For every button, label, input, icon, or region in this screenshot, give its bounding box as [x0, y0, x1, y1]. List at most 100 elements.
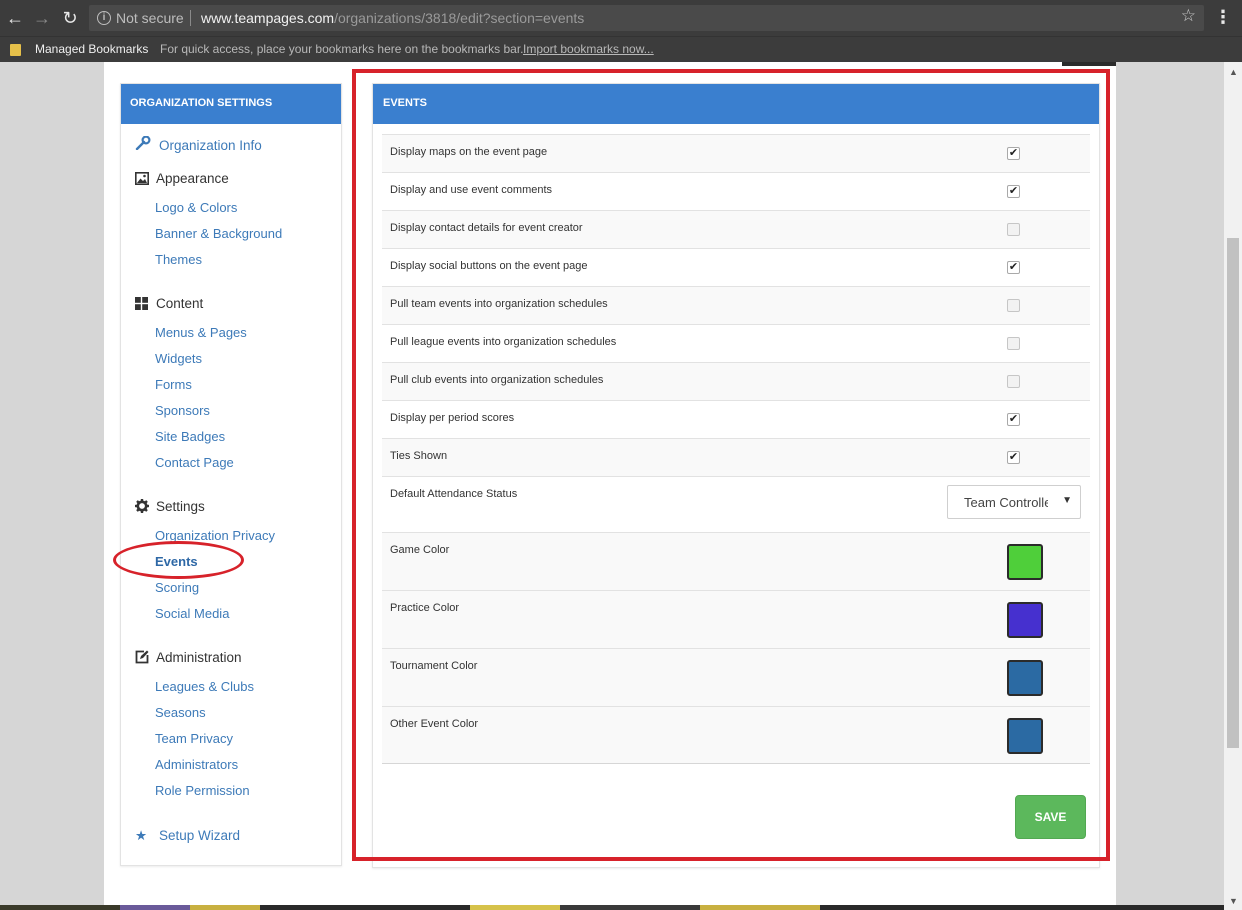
dropdown-arrow-icon: ▼ — [1062, 495, 1072, 506]
folder-icon — [10, 44, 21, 56]
setting-row: Display social buttons on the event page… — [382, 248, 1090, 286]
browser-menu-icon[interactable]: ⋮ — [1214, 8, 1232, 28]
security-label: Not secure — [116, 10, 184, 26]
setting-label: Practice Color — [390, 602, 460, 614]
save-button[interactable]: SAVE — [1015, 795, 1086, 839]
color-row: Tournament Color — [382, 648, 1090, 706]
annotation-ellipse — [113, 541, 244, 579]
page-scrollbar[interactable]: ▲ ▼ — [1224, 62, 1242, 910]
events-panel: EVENTS Display maps on the event page ✔ … — [372, 83, 1100, 868]
sidebar-group-label: Appearance — [156, 171, 229, 186]
sidebar-item-label: Organization Info — [159, 138, 262, 153]
setting-checkbox[interactable] — [1007, 223, 1020, 236]
sidebar-item-administrators[interactable]: Administrators — [155, 757, 238, 772]
setting-label: Game Color — [390, 544, 450, 556]
sidebar-item-widgets[interactable]: Widgets — [155, 351, 202, 366]
url-path: /organizations/3818/edit?section=events — [334, 10, 585, 26]
sidebar-item-role-permission[interactable]: Role Permission — [155, 783, 250, 798]
managed-bookmarks[interactable]: Managed Bookmarks — [35, 42, 148, 56]
setting-checkbox[interactable]: ✔ — [1007, 413, 1020, 426]
sidebar-group-content: Content — [135, 296, 203, 311]
sidebar-group-administration: Administration — [135, 650, 242, 665]
sidebar-group-label: Content — [156, 296, 204, 311]
select-value: Team Controlled — [964, 495, 1059, 510]
setting-label: Display per period scores — [390, 412, 515, 424]
sidebar-item-site-badges[interactable]: Site Badges — [155, 429, 225, 444]
sidebar-group-label: Administration — [156, 650, 242, 665]
sidebar-group-appearance: Appearance — [135, 171, 229, 186]
setting-row: Pull team events into organization sched… — [382, 286, 1090, 324]
attendance-status-select[interactable]: Team Controlled ▼ — [947, 485, 1081, 519]
setting-checkbox[interactable] — [1007, 375, 1020, 388]
sidebar-item-seasons[interactable]: Seasons — [155, 705, 206, 720]
setting-checkbox[interactable]: ✔ — [1007, 451, 1020, 464]
scroll-up-icon[interactable]: ▲ — [1229, 67, 1238, 77]
sidebar-item-setup-wizard[interactable]: ★ Setup Wizard — [135, 828, 240, 844]
bookmarks-bar: Managed Bookmarks For quick access, plac… — [0, 36, 1242, 62]
select-overflow-mask — [1048, 486, 1062, 518]
edit-icon — [135, 650, 149, 664]
wrench-icon — [135, 135, 151, 153]
info-icon[interactable]: i — [97, 11, 111, 25]
setting-label: Ties Shown — [390, 450, 448, 462]
attendance-row: Default Attendance Status Team Controlle… — [382, 476, 1090, 532]
forward-arrow-icon[interactable]: → — [32, 8, 52, 28]
omnibox[interactable]: i Not secure www.teampages.com/organizat… — [89, 5, 1204, 31]
sidebar-item-scoring[interactable]: Scoring — [155, 580, 199, 595]
setting-row: Display contact details for event creato… — [382, 210, 1090, 248]
setting-label: Pull league events into organization sch… — [390, 336, 617, 348]
url-text[interactable]: www.teampages.com/organizations/3818/edi… — [201, 10, 584, 26]
setting-checkbox[interactable] — [1007, 299, 1020, 312]
import-bookmarks-link[interactable]: Import bookmarks now... — [523, 42, 654, 56]
sidebar-header: ORGANIZATION SETTINGS — [121, 84, 341, 124]
sidebar-item-social-media[interactable]: Social Media — [155, 606, 229, 621]
color-row: Other Event Color — [382, 706, 1090, 764]
sidebar-item-menus-pages[interactable]: Menus & Pages — [155, 325, 247, 340]
setting-label: Tournament Color — [390, 660, 478, 672]
game-color-swatch[interactable] — [1007, 544, 1043, 580]
setting-checkbox[interactable] — [1007, 337, 1020, 350]
sidebar-item-organization-info[interactable]: Organization Info — [135, 135, 262, 153]
sidebar-item-leagues-clubs[interactable]: Leagues & Clubs — [155, 679, 254, 694]
gear-icon — [135, 499, 149, 513]
sidebar-item-sponsors[interactable]: Sponsors — [155, 403, 210, 418]
sidebar-item-label: Setup Wizard — [159, 828, 241, 843]
other-event-color-swatch[interactable] — [1007, 718, 1043, 754]
address-bar: ← → ↻ i Not secure www.teampages.com/org… — [0, 0, 1242, 36]
setting-row: Display maps on the event page ✔ — [382, 134, 1090, 172]
bookmarks-hint: For quick access, place your bookmarks h… — [160, 42, 524, 56]
setting-checkbox[interactable]: ✔ — [1007, 147, 1020, 160]
bookmark-star-icon[interactable]: ☆ — [1181, 6, 1196, 26]
url-host: www.teampages.com — [201, 10, 335, 26]
tournament-color-swatch[interactable] — [1007, 660, 1043, 696]
reload-icon[interactable]: ↻ — [60, 8, 80, 28]
scroll-thumb[interactable] — [1227, 238, 1239, 748]
star-icon: ★ — [135, 828, 148, 843]
settings-sidebar: ORGANIZATION SETTINGS Organization Info … — [120, 83, 342, 866]
setting-checkbox[interactable]: ✔ — [1007, 261, 1020, 274]
setting-label: Display social buttons on the event page — [390, 260, 588, 272]
sidebar-item-forms[interactable]: Forms — [155, 377, 192, 392]
setting-row: Display and use event comments ✔ — [382, 172, 1090, 210]
practice-color-swatch[interactable] — [1007, 602, 1043, 638]
omnibox-separator — [190, 10, 191, 26]
sidebar-item-banner-background[interactable]: Banner & Background — [155, 226, 282, 241]
sidebar-group-label: Settings — [156, 499, 205, 514]
events-header: EVENTS — [373, 84, 1099, 124]
setting-row: Pull league events into organization sch… — [382, 324, 1090, 362]
setting-label: Other Event Color — [390, 718, 479, 730]
sidebar-item-contact-page[interactable]: Contact Page — [155, 455, 234, 470]
setting-label: Pull team events into organization sched… — [390, 298, 608, 310]
back-arrow-icon[interactable]: ← — [5, 8, 25, 28]
footer-strip — [0, 905, 1224, 910]
setting-row: Display per period scores ✔ — [382, 400, 1090, 438]
scroll-down-icon[interactable]: ▼ — [1229, 896, 1238, 906]
setting-label: Display maps on the event page — [390, 146, 548, 158]
sidebar-item-themes[interactable]: Themes — [155, 252, 202, 267]
sidebar-item-logo-colors[interactable]: Logo & Colors — [155, 200, 237, 215]
setting-checkbox[interactable]: ✔ — [1007, 185, 1020, 198]
setting-label: Display contact details for event creato… — [390, 222, 583, 234]
sidebar-item-team-privacy[interactable]: Team Privacy — [155, 731, 233, 746]
setting-label: Default Attendance Status — [390, 488, 518, 500]
setting-label: Display and use event comments — [390, 184, 553, 196]
